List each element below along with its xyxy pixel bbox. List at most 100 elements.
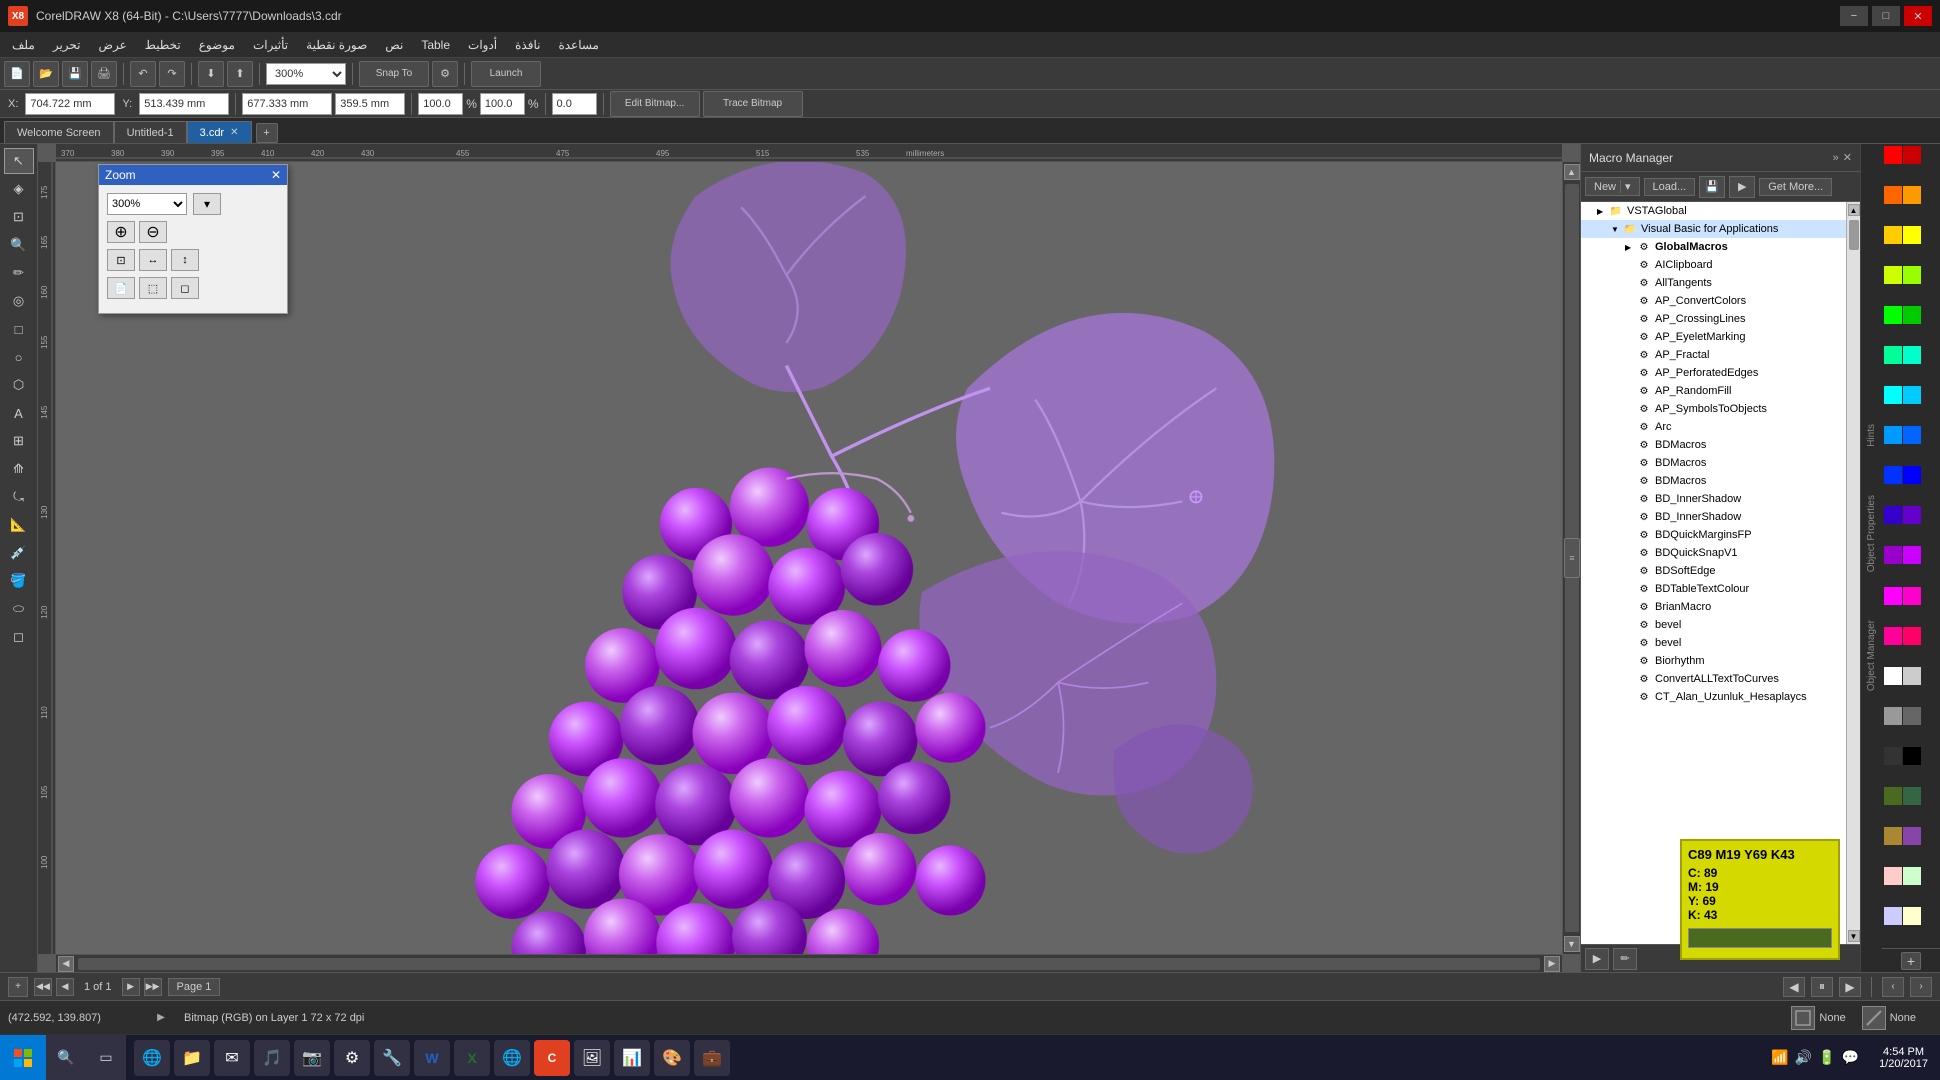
color-swatch[interactable] bbox=[1884, 186, 1902, 204]
color-swatch[interactable] bbox=[1884, 907, 1902, 925]
tab-untitled[interactable]: Untitled-1 bbox=[114, 121, 187, 143]
macro-item-ap-eyeletmarking[interactable]: ⚙ AP_EyeletMarking bbox=[1581, 328, 1846, 346]
text-tool[interactable]: A bbox=[4, 400, 34, 426]
macro-item-bdmacros-3[interactable]: ⚙ BDMacros bbox=[1581, 472, 1846, 490]
macro-item-ap-crossinglines[interactable]: ⚙ AP_CrossingLines bbox=[1581, 310, 1846, 328]
macro-item-ap-fractal[interactable]: ⚙ AP_Fractal bbox=[1581, 346, 1846, 364]
zoom-fit-btn[interactable]: ⊡ bbox=[107, 249, 135, 271]
smart-fill[interactable]: ◎ bbox=[4, 288, 34, 314]
macro-panel-close-btn[interactable]: ✕ bbox=[1843, 151, 1852, 164]
color-swatch[interactable] bbox=[1903, 627, 1921, 645]
h-input[interactable] bbox=[335, 93, 405, 115]
zoom-tool[interactable]: 🔍 bbox=[4, 232, 34, 258]
menu-file[interactable]: ملف bbox=[4, 36, 43, 54]
color-swatch[interactable] bbox=[1903, 907, 1921, 925]
macro-item-bdsoftedge[interactable]: ⚙ BDSoftEdge bbox=[1581, 562, 1846, 580]
tab-close-icon[interactable]: ✕ bbox=[230, 127, 238, 138]
timeline-prev-btn[interactable]: ◀ bbox=[1783, 977, 1805, 997]
color-swatch[interactable] bbox=[1903, 827, 1921, 845]
fill-tool[interactable]: 🪣 bbox=[4, 568, 34, 594]
taskbar-word-icon[interactable]: W bbox=[414, 1040, 450, 1076]
menu-edit[interactable]: تحرير bbox=[45, 36, 89, 54]
menu-effects[interactable]: تأثيرات bbox=[245, 36, 296, 54]
taskbar-browser-icon[interactable]: 🌐 bbox=[494, 1040, 530, 1076]
macro-item-alltangents[interactable]: ⚙ AllTangents bbox=[1581, 274, 1846, 292]
add-color-btn[interactable]: + bbox=[1901, 952, 1921, 970]
macro-item-ap-convertcolors[interactable]: ⚙ AP_ConvertColors bbox=[1581, 292, 1846, 310]
macro-new-btn[interactable]: New ▾ bbox=[1585, 177, 1640, 196]
taskbar-settings-icon[interactable]: ⚙ bbox=[334, 1040, 370, 1076]
tab-welcome[interactable]: Welcome Screen bbox=[4, 121, 114, 143]
color-swatch[interactable] bbox=[1903, 747, 1921, 765]
zoom-select[interactable]: 300% 100% 200% 400% bbox=[266, 63, 346, 85]
start-button[interactable] bbox=[0, 1035, 46, 1080]
launch-btn[interactable]: Launch bbox=[471, 61, 541, 87]
open-btn[interactable]: 📂 bbox=[33, 61, 59, 87]
layer-add-btn[interactable]: + bbox=[8, 977, 28, 997]
snap-to-btn[interactable]: Snap To bbox=[359, 61, 429, 87]
color-swatch[interactable] bbox=[1884, 587, 1902, 605]
zoom-in-btn[interactable]: ⊕ bbox=[107, 221, 135, 243]
taskbar-extra4-icon[interactable]: 🎨 bbox=[654, 1040, 690, 1076]
parallel-tool[interactable]: ⟰ bbox=[4, 456, 34, 482]
new-tab-btn[interactable]: + bbox=[256, 123, 278, 143]
color-swatch[interactable] bbox=[1903, 386, 1921, 404]
color-swatch[interactable] bbox=[1903, 306, 1921, 324]
tray-action-center-icon[interactable]: 💬 bbox=[1842, 1049, 1859, 1066]
macro-item-bd-innershadow-2[interactable]: ⚙ BD_InnerShadow bbox=[1581, 508, 1846, 526]
page-next-btn[interactable]: ▶ bbox=[122, 978, 140, 996]
macro-item-globalmacros[interactable]: ▶ ⚙ GlobalMacros bbox=[1581, 238, 1846, 256]
color-swatch[interactable] bbox=[1884, 627, 1902, 645]
macro-item-bevel-1[interactable]: ⚙ bevel bbox=[1581, 616, 1846, 634]
eyedropper-tool[interactable]: 💉 bbox=[4, 540, 34, 566]
undo-btn[interactable]: ↶ bbox=[130, 61, 156, 87]
color-swatch[interactable] bbox=[1903, 186, 1921, 204]
connector-tool[interactable]: ⤿ bbox=[4, 484, 34, 510]
zoom-level-select[interactable]: 300% 100% 200% 400% bbox=[107, 193, 187, 215]
taskbar-clock[interactable]: 4:54 PM 1/20/2017 bbox=[1867, 1046, 1940, 1070]
color-swatch[interactable] bbox=[1884, 506, 1902, 524]
shadow-tool[interactable]: ◻ bbox=[4, 624, 34, 650]
menu-table[interactable]: Table bbox=[413, 36, 458, 54]
scroll-left-btn[interactable]: ◀ bbox=[58, 956, 74, 972]
shape-tool[interactable]: ◈ bbox=[4, 176, 34, 202]
macro-scroll-down[interactable]: ▼ bbox=[1848, 930, 1860, 942]
macro-item-aiclipboard[interactable]: ⚙ AIClipboard bbox=[1581, 256, 1846, 274]
color-swatch[interactable] bbox=[1884, 266, 1902, 284]
trace-bitmap-btn[interactable]: Trace Bitmap bbox=[703, 91, 803, 117]
macro-item-bdmacros-2[interactable]: ⚙ BDMacros bbox=[1581, 454, 1846, 472]
scroll-horizontal[interactable]: ◀ ▶ bbox=[56, 954, 1562, 972]
taskbar-extra5-icon[interactable]: 💼 bbox=[694, 1040, 730, 1076]
close-button[interactable]: ✕ bbox=[1904, 6, 1932, 26]
timeline-play-btn[interactable]: ⏸ bbox=[1811, 977, 1833, 997]
color-swatch[interactable] bbox=[1884, 346, 1902, 364]
save-btn[interactable]: 💾 bbox=[62, 61, 88, 87]
print-btn[interactable]: 🖨 bbox=[91, 61, 117, 87]
taskbar-extra1-icon[interactable]: 🔧 bbox=[374, 1040, 410, 1076]
color-swatch[interactable] bbox=[1884, 226, 1902, 244]
canvas-area[interactable]: 370 380 390 395 410 420 430 455 475 495 … bbox=[38, 144, 1580, 972]
menu-help[interactable]: مساعدة bbox=[550, 36, 607, 54]
taskbar-explorer-icon[interactable]: 🌐 bbox=[134, 1040, 170, 1076]
zoom-arrow-btn[interactable]: ▾ bbox=[193, 193, 221, 215]
macro-item-biorhythm[interactable]: ⚙ Biorhythm bbox=[1581, 652, 1846, 670]
new-btn[interactable]: 📄 bbox=[4, 61, 30, 87]
minimize-button[interactable]: − bbox=[1840, 6, 1868, 26]
taskbar-excel-icon[interactable]: X bbox=[454, 1040, 490, 1076]
tray-volume-icon[interactable]: 🔊 bbox=[1795, 1049, 1812, 1066]
measure-tool[interactable]: 📐 bbox=[4, 512, 34, 538]
zoom-page-width-btn[interactable]: ⬚ bbox=[139, 277, 167, 299]
export-btn[interactable]: ⬆ bbox=[227, 61, 253, 87]
macro-item-bd-innershadow-1[interactable]: ⚙ BD_InnerShadow bbox=[1581, 490, 1846, 508]
search-btn[interactable]: 🔍 bbox=[46, 1035, 86, 1080]
zoom-out-btn[interactable]: ⊖ bbox=[139, 221, 167, 243]
color-swatch[interactable] bbox=[1884, 747, 1902, 765]
macro-item-ap-randomfill[interactable]: ⚙ AP_RandomFill bbox=[1581, 382, 1846, 400]
taskbar-mail-icon[interactable]: ✉ bbox=[214, 1040, 250, 1076]
tray-battery-icon[interactable]: 🔋 bbox=[1818, 1049, 1835, 1066]
macro-item-bevel-2[interactable]: ⚙ bevel bbox=[1581, 634, 1846, 652]
w-input[interactable] bbox=[242, 93, 332, 115]
color-swatch[interactable] bbox=[1884, 426, 1902, 444]
taskbar-photo-icon[interactable]: 📷 bbox=[294, 1040, 330, 1076]
taskbar-extra2-icon[interactable]: 🖼 bbox=[574, 1040, 610, 1076]
